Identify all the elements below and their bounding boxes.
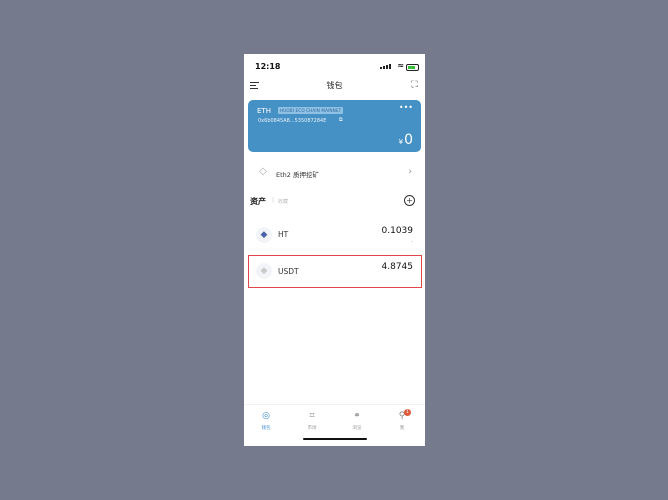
wifi-icon: ≈: [397, 61, 404, 70]
asset-name: HT: [278, 230, 289, 239]
network-tag: HUOBI ECO CHAIN MAINNET: [278, 107, 344, 114]
notification-badge: 1: [404, 409, 411, 416]
favorites-tab[interactable]: 收藏: [278, 198, 288, 205]
staking-row[interactable]: ◇ Eth2 质押挖矿 ›: [244, 164, 425, 184]
asset-fiat-value: -: [411, 239, 413, 245]
usdt-token-icon: ◆: [256, 263, 272, 279]
asset-name: USDT: [278, 267, 299, 276]
asset-amount: 0.1039: [381, 226, 414, 236]
copy-icon[interactable]: ⧉: [339, 117, 343, 123]
page-title: 钱包: [326, 81, 343, 90]
tab-label: 钱包: [261, 426, 271, 431]
ht-token-icon: ◆: [256, 227, 272, 243]
asset-row-ht[interactable]: ◆ HT 0.1039 -: [248, 218, 421, 252]
balance-value: 0: [404, 132, 413, 148]
tab-bar: ◎ 钱包 ⌗ 市场 ⚭ 浏览 ⚲ 1 我: [244, 404, 425, 441]
divider: |: [272, 197, 275, 204]
tab-market[interactable]: ⌗ 市场: [297, 411, 327, 431]
top-bar: 钱包 ⛶: [244, 78, 425, 96]
tab-label: 我: [399, 426, 405, 431]
tab-label: 浏览: [352, 426, 362, 431]
assets-heading[interactable]: 资产: [250, 196, 266, 207]
browser-icon: ⚭: [353, 411, 361, 421]
asset-row-usdt[interactable]: ◆ USDT 4.8745: [248, 255, 422, 288]
profile-icon: ⚲: [398, 411, 406, 421]
status-time: 12:18: [255, 62, 281, 71]
signal-icon: [380, 64, 391, 69]
more-icon[interactable]: •••: [399, 103, 413, 112]
wallet-card[interactable]: ETH HUOBI ECO CHAIN MAINNET ••• 0x6b0845…: [248, 100, 421, 152]
eth-staking-icon: ◇: [259, 166, 267, 177]
staking-label: Eth2 质押挖矿: [276, 171, 319, 179]
wallet-icon: ◎: [262, 411, 270, 421]
tab-label: 市场: [307, 426, 317, 431]
home-indicator: [303, 438, 367, 440]
wallet-address: 0x6b0845A8...535087284E: [258, 118, 327, 124]
phone-screen: 12:18 ≈ 钱包 ⛶ ETH HUOBI ECO CHAIN MAINNET…: [244, 54, 425, 446]
assets-header: 资产 | 收藏 +: [244, 194, 425, 208]
wallet-balance: ¥ 0: [399, 132, 413, 148]
tab-profile[interactable]: ⚲ 1 我: [387, 409, 417, 431]
add-asset-icon[interactable]: +: [404, 195, 415, 206]
asset-amount: 4.8745: [381, 262, 414, 272]
market-icon: ⌗: [309, 411, 315, 421]
wallet-coin: ETH: [257, 107, 271, 115]
tab-browser[interactable]: ⚭ 浏览: [342, 411, 372, 431]
currency-symbol: ¥: [398, 138, 404, 146]
tab-wallet[interactable]: ◎ 钱包: [251, 411, 281, 431]
status-bar: 12:18 ≈: [244, 60, 425, 74]
battery-icon: [406, 64, 419, 71]
scan-icon[interactable]: ⛶: [410, 81, 419, 90]
chevron-right-icon: ›: [408, 167, 412, 177]
